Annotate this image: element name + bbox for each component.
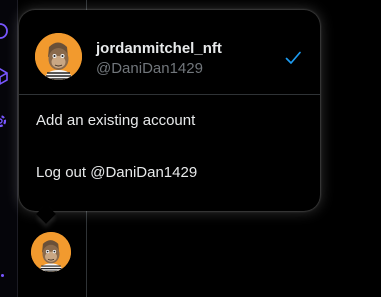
account-handle: @DaniDan1429 <box>96 60 203 77</box>
account-menu-button[interactable] <box>31 232 71 272</box>
account-names: jordanmitchel_nft @DaniDan1429 <box>96 40 222 79</box>
add-existing-account-item[interactable]: Add an existing account <box>19 95 320 147</box>
logout-item[interactable]: Log out @DaniDan1429 <box>19 147 320 199</box>
checkmark-icon <box>285 51 301 64</box>
rail-dot <box>1 274 4 277</box>
ape-avatar-icon <box>35 33 82 80</box>
cube-nav-icon[interactable] <box>0 67 9 85</box>
circle-nav-icon[interactable] <box>0 22 9 40</box>
account-switcher-popover: jordanmitchel_nft @DaniDan1429 Add an ex… <box>19 10 320 211</box>
gear-nav-icon[interactable] <box>0 112 9 130</box>
ape-avatar-icon <box>31 232 71 272</box>
current-account-row[interactable]: jordanmitchel_nft @DaniDan1429 <box>19 10 320 94</box>
left-nav-rail <box>0 0 18 297</box>
account-display-name: jordanmitchel_nft <box>96 40 222 57</box>
